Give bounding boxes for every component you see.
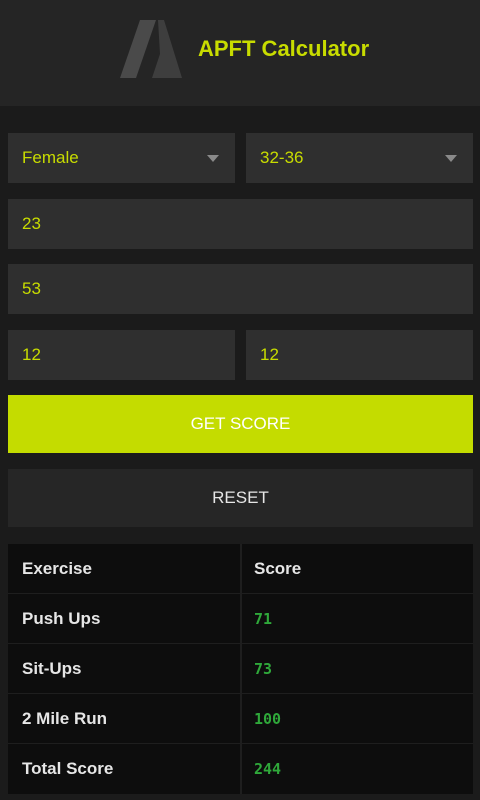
- exercise-label: Push Ups: [22, 609, 101, 628]
- sit-ups-input[interactable]: 53: [8, 264, 473, 314]
- score-value: 100: [254, 710, 282, 728]
- exercise-label: Total Score: [22, 759, 114, 778]
- push-ups-value: 23: [22, 214, 41, 233]
- app-header: APFT Calculator: [0, 0, 480, 106]
- run-seconds-value: 12: [260, 345, 279, 364]
- run-minutes-input[interactable]: 12: [8, 330, 235, 380]
- chevron-down-icon: [445, 155, 457, 162]
- exercise-label: Sit-Ups: [22, 659, 82, 678]
- sit-ups-value: 53: [22, 279, 41, 298]
- table-row: Total Score 244: [8, 744, 473, 794]
- table-row: Push Ups 71: [8, 594, 473, 644]
- app-title: APFT Calculator: [198, 36, 370, 61]
- a-logo-icon: [120, 20, 182, 78]
- score-value: 73: [254, 660, 273, 678]
- gender-select[interactable]: Female: [8, 133, 235, 183]
- header-exercise: Exercise: [22, 559, 92, 578]
- run-seconds-input[interactable]: 12: [246, 330, 473, 380]
- age-group-value: 32-36: [260, 148, 304, 167]
- score-value: 244: [254, 760, 282, 778]
- get-score-button[interactable]: GET SCORE: [8, 395, 473, 453]
- header-score: Score: [254, 559, 302, 578]
- gender-value: Female: [22, 148, 79, 167]
- run-minutes-value: 12: [22, 345, 41, 364]
- reset-button[interactable]: RESET: [8, 469, 473, 527]
- push-ups-input[interactable]: 23: [8, 199, 473, 249]
- chevron-down-icon: [207, 155, 219, 162]
- results-table: Exercise Score Push Ups 71 Sit-Ups 73 2 …: [8, 544, 473, 794]
- age-group-select[interactable]: 32-36: [246, 133, 473, 183]
- score-value: 71: [254, 610, 273, 628]
- table-row: Sit-Ups 73: [8, 644, 473, 694]
- table-row: 2 Mile Run 100: [8, 694, 473, 744]
- table-header-row: Exercise Score: [8, 544, 473, 594]
- exercise-label: 2 Mile Run: [22, 709, 108, 728]
